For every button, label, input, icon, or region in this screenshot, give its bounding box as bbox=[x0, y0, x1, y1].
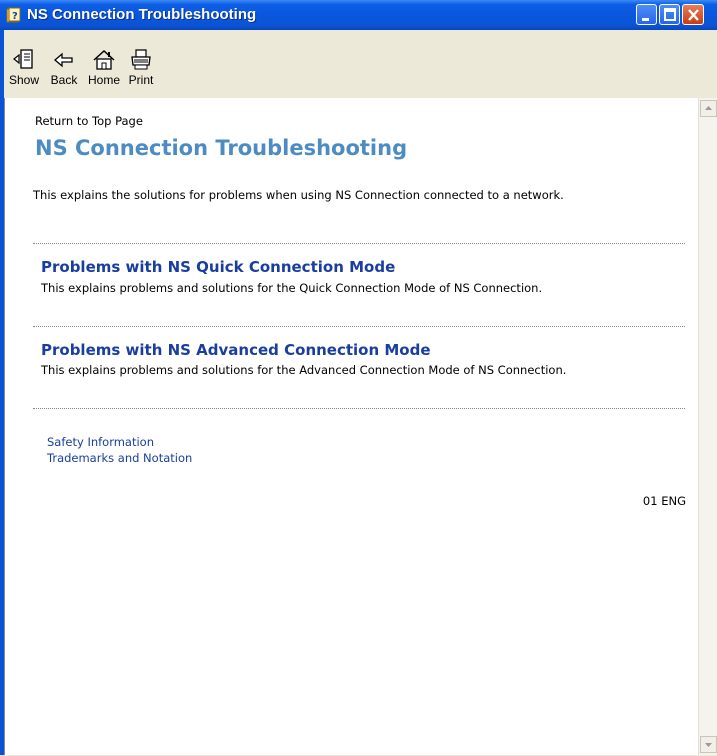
printer-icon bbox=[131, 49, 151, 70]
close-icon bbox=[688, 9, 699, 21]
window-title: NS Connection Troubleshooting bbox=[27, 6, 257, 23]
quick-connection-link[interactable]: Problems with NS Quick Connection Mode bbox=[41, 258, 395, 276]
intro-text: This explains the solutions for problems… bbox=[33, 188, 564, 202]
back-button[interactable]: Back bbox=[44, 48, 84, 94]
maximize-icon bbox=[664, 8, 676, 21]
help-content-pane: Return to Top Page NS Connection Trouble… bbox=[4, 98, 698, 755]
vertical-scrollbar[interactable] bbox=[698, 98, 717, 755]
print-label: Print bbox=[128, 73, 154, 87]
back-label: Back bbox=[50, 73, 78, 87]
trademarks-link[interactable]: Trademarks and Notation bbox=[47, 451, 192, 465]
help-book-icon: ? bbox=[6, 7, 21, 23]
maximize-button[interactable] bbox=[659, 4, 680, 25]
home-label: Home bbox=[87, 73, 120, 87]
home-icon bbox=[93, 49, 115, 70]
chevron-up-icon bbox=[705, 106, 712, 110]
title-bar[interactable]: ? NS Connection Troubleshooting bbox=[0, 0, 717, 30]
scroll-up-button[interactable] bbox=[700, 100, 717, 117]
help-window: ? NS Connection Troubleshooting Show Bac… bbox=[0, 0, 717, 755]
section-description: This explains problems and solutions for… bbox=[41, 363, 567, 377]
page-title: NS Connection Troubleshooting bbox=[35, 136, 408, 160]
scroll-down-button[interactable] bbox=[700, 736, 717, 753]
chevron-down-icon bbox=[705, 743, 712, 747]
version-label: 01 ENG bbox=[642, 494, 686, 508]
show-label: Show bbox=[8, 73, 40, 87]
home-button[interactable]: Home bbox=[85, 48, 123, 94]
close-button[interactable] bbox=[682, 4, 704, 25]
divider bbox=[33, 326, 685, 327]
show-pane-icon bbox=[13, 49, 33, 69]
advanced-connection-link[interactable]: Problems with NS Advanced Connection Mod… bbox=[41, 341, 431, 359]
show-button[interactable]: Show bbox=[4, 48, 44, 94]
divider bbox=[33, 408, 685, 409]
return-to-top-link[interactable]: Return to Top Page bbox=[35, 114, 143, 128]
print-button[interactable]: Print bbox=[124, 48, 158, 94]
back-arrow-icon bbox=[54, 52, 73, 68]
divider bbox=[33, 243, 685, 244]
minimize-icon bbox=[642, 18, 649, 21]
section-description: This explains problems and solutions for… bbox=[41, 281, 543, 295]
toolbar: Show Back Home Print bbox=[4, 30, 717, 99]
safety-information-link[interactable]: Safety Information bbox=[47, 435, 154, 449]
minimize-button[interactable] bbox=[636, 4, 657, 25]
svg-text:?: ? bbox=[12, 11, 18, 22]
